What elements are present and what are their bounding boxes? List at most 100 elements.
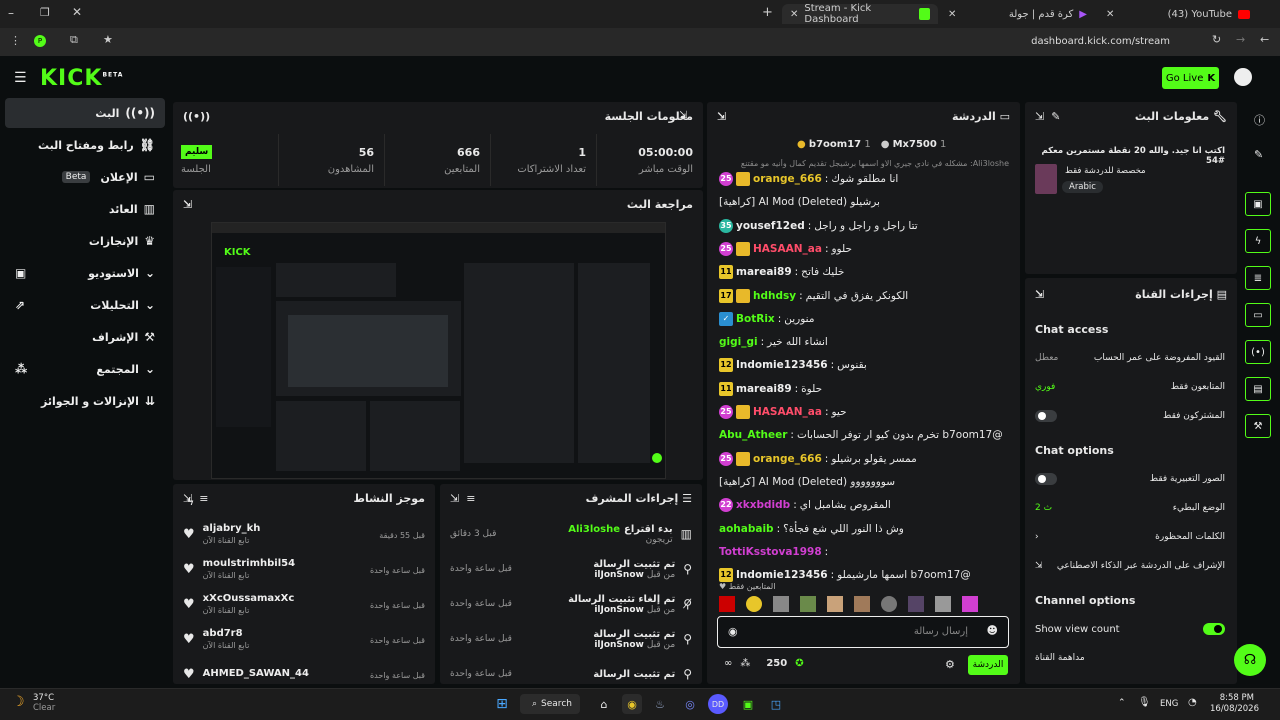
chat-message[interactable]: gigi_gi: انشاء الله خير (719, 331, 1019, 353)
chat-message[interactable]: برشيلو (Deleted) AI Mod [كراهية] (719, 191, 1019, 213)
slow-mode-row[interactable]: 2 ث الوضع البطيء (1035, 494, 1225, 522)
top-gifter-1[interactable]: ● b7oom17 1 (797, 139, 871, 150)
mod-action-row[interactable]: ⚲ تم تثبيت الرسالة من قبلilJonSnow قبل ساعة… (440, 621, 702, 657)
activity-row[interactable]: ♥ moulstrimhbil54 تابع القناة الآن قبل ساعة… (173, 551, 435, 587)
chat-username[interactable]: mareai89 (736, 383, 792, 395)
pencil-icon[interactable]: ✎ (1254, 148, 1263, 161)
chat-username[interactable]: aohabaib (719, 523, 774, 535)
category-thumbnail[interactable] (1035, 164, 1057, 194)
home-icon[interactable]: ⌂ (594, 694, 614, 714)
chat-message[interactable]: aohabaib: وش ذا النور اللي شع فجأة؟ (719, 518, 1019, 540)
chat-send-button[interactable]: الدردشة (968, 655, 1008, 675)
account-age-row[interactable]: معطل القيود المفروضة على عمر الحساب (1035, 344, 1225, 372)
activity-row[interactable]: ♥ xXcOussamaxXc تابع القناة الآن قبل ساعة و… (173, 586, 435, 622)
chat-username[interactable]: TottiKsstova1998 (719, 546, 822, 558)
store-icon[interactable]: ◳ (766, 694, 786, 714)
chat-message[interactable]: 25 orange_666: ممسر يقولو برشيلو (719, 448, 1019, 470)
lightning-toggle-icon[interactable]: ϟ (1245, 229, 1271, 253)
app-dd-icon[interactable]: DD (708, 694, 728, 714)
chat-message[interactable]: 25 HASAAN_aa: حلوو (719, 238, 1019, 260)
server-toggle-icon[interactable]: ▤ (1245, 377, 1271, 401)
banned-words-row[interactable]: › الكلمات المحظورة (1035, 523, 1225, 551)
mod-action-row[interactable]: ▥ بدء اقتراعAli3loshe تريجون قبل 3 دقائق (440, 516, 702, 552)
chat-message[interactable]: 25 orange_666: انا مطلقو شوك (719, 168, 1019, 190)
sidebar-item-6[interactable]: ⌄ التحليلات ⇗ (5, 290, 165, 320)
tab-youtube[interactable]: ✕ (43) YouTube (1098, 4, 1258, 24)
forward-icon[interactable]: → (1236, 33, 1245, 46)
chat-message[interactable]: 12 Indomie123456: بقنوس (719, 354, 1019, 376)
chat-username[interactable]: gigi_gi (719, 336, 758, 348)
category-name[interactable]: مخصصة للدردشة فقط (1065, 166, 1146, 176)
help-headset-icon[interactable]: ☊ (1234, 644, 1266, 676)
tray-chevron-icon[interactable]: ⌃ (1118, 698, 1126, 708)
sidebar-item-8[interactable]: ⌄ المجتمع ⁂ (5, 354, 165, 384)
sidebar-item-7[interactable]: ⚒ الإشراف (5, 322, 165, 352)
chat-message[interactable]: 11 mareai89: خليك فاتح (719, 261, 1019, 283)
sidebar-item-4[interactable]: ♛ الإنجازات (5, 226, 165, 256)
emotes-only-toggle[interactable] (1035, 473, 1057, 485)
show-view-count-toggle[interactable] (1203, 623, 1225, 635)
raid-channel-row[interactable]: مداهمة القناة (1035, 644, 1225, 672)
go-live-button[interactable]: Go Live K (1162, 67, 1219, 89)
subscribers-only-toggle[interactable] (1035, 410, 1057, 422)
hamburger-menu-icon[interactable]: ☰ (14, 70, 27, 86)
url-field[interactable]: dashboard.kick.com/stream (120, 33, 1180, 51)
popout-icon[interactable]: ⇲ (183, 198, 192, 211)
chat-username[interactable]: orange_666 (753, 453, 822, 465)
tab-kick-dashboard[interactable]: ✕ Stream - Kick Dashboard (782, 3, 938, 25)
mod-action-row[interactable]: ⚲̸ تم إلغاء تثبيت الرسالة من قبلilJonSnow ق… (440, 586, 702, 622)
broadcast-toggle-icon[interactable]: (•) (1245, 340, 1271, 364)
chrome-icon[interactable]: ◉ (622, 694, 642, 714)
send-circle-icon[interactable]: ◉ (728, 625, 738, 638)
activity-row[interactable]: ♥ abd7r8 تابع القناة الآن قبل ساعة واحدة (173, 621, 435, 657)
sidebar-item-0[interactable]: ((•)) البث (5, 98, 165, 128)
chat-message[interactable]: ✓ BotRix: منورين (719, 308, 1019, 330)
microphone-icon[interactable]: 🎙︎ (1138, 697, 1151, 708)
emote[interactable] (827, 596, 843, 612)
bookmark-star-icon[interactable]: ★ (103, 33, 113, 46)
taskbar-search[interactable]: ⌕ Search (520, 694, 580, 714)
profile-icon[interactable]: P (34, 35, 46, 47)
chat-message[interactable]: Abu_Atheer: @b7oom17 تخرم بدون كيو ار توف… (719, 424, 1019, 446)
close-tab-icon[interactable]: ✕ (948, 9, 956, 20)
top-gifter-2[interactable]: ● Mx7500 1 (881, 139, 947, 150)
close-tab-icon[interactable]: ✕ (790, 9, 798, 20)
chat-username[interactable]: HASAAN_aa (753, 243, 822, 255)
network-icon[interactable]: ◔ (1188, 697, 1197, 708)
reload-icon[interactable]: ↻ (1212, 33, 1221, 46)
emote[interactable] (800, 596, 816, 612)
filter-icon[interactable]: ≡ (466, 492, 475, 505)
popout-icon[interactable]: ⇲ (679, 110, 687, 121)
infinity-icon[interactable]: ∞ (724, 658, 732, 669)
chat-message[interactable]: سووووووو (Deleted) AI Mod [كراهية] (719, 471, 1019, 493)
popout-icon[interactable]: ⇲ (1035, 288, 1044, 301)
people-icon[interactable]: ⁂ (740, 658, 750, 669)
clock[interactable]: 8:58 PM 16/08/2026 (1210, 693, 1259, 715)
chat-username[interactable]: Abu_Atheer (719, 429, 787, 441)
chat-username[interactable]: orange_666 (753, 173, 822, 185)
chat-message[interactable]: 22 xkxbdidb: المقروص بشامبل اي (719, 494, 1019, 516)
ai-moderation-row[interactable]: ⇲ الإشراف على الدردشة عبر الذكاء الاصطناع… (1035, 552, 1225, 580)
info-icon[interactable]: ⓘ (1254, 112, 1265, 128)
chat-username[interactable]: yousef12ed (736, 220, 805, 232)
chat-username[interactable]: BotRix (736, 313, 775, 325)
chat-message[interactable]: 25 HASAAN_aa: حيو (719, 401, 1019, 423)
close-tab-icon[interactable]: ✕ (1106, 9, 1114, 20)
chat-message[interactable]: 11 mareai89: حلوة (719, 378, 1019, 400)
menu-dots-icon[interactable]: ⋮ (10, 34, 21, 47)
followers-only-row[interactable]: فوري المتابعون فقط (1035, 373, 1225, 401)
chat-username[interactable]: hdhdsy (753, 290, 796, 302)
emote[interactable] (881, 596, 897, 612)
sidebar-item-1[interactable]: ⛓ رابط ومفتاح البث (5, 130, 165, 160)
popout-icon[interactable]: ⇲ (1035, 110, 1044, 123)
new-tab-icon[interactable]: + (762, 5, 773, 20)
chat-username[interactable]: xkxbdidb (736, 499, 790, 511)
sidebar-item-5[interactable]: ⌄ الاستوديو ▣ (5, 258, 165, 288)
mod-action-row[interactable]: ⚲ تم تثبيت الرسالة من قبلilJonSnow قبل ساعة… (440, 551, 702, 587)
list-toggle-icon[interactable]: ≣ (1245, 266, 1271, 290)
tab-football[interactable]: ✕ كرة قدم | جولة ▶ (940, 4, 1095, 24)
activity-row[interactable]: ♥ AHMED_SAWAN_44 قبل ساعة واحدة (173, 656, 435, 692)
chat-message[interactable]: 35 yousef12ed: تتا راجل و راجل و راجل (719, 215, 1019, 237)
emote[interactable] (908, 596, 924, 612)
discord-icon[interactable]: ◎ (680, 694, 700, 714)
